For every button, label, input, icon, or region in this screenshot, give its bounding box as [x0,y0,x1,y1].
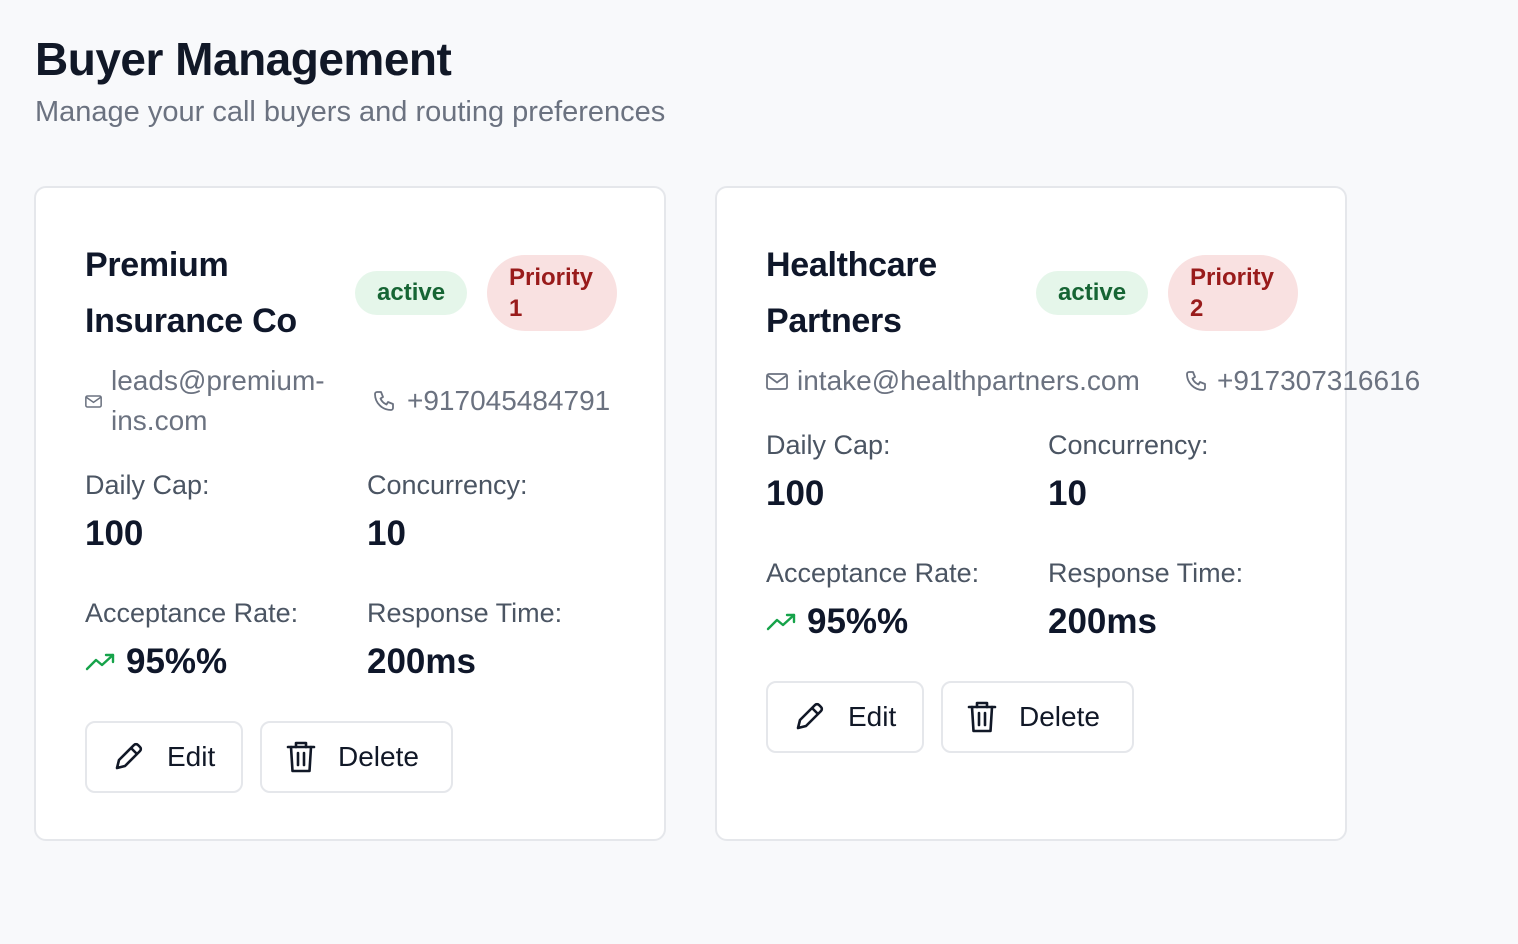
buyer-card: Premium Insurance Co active Priority 1 l… [34,186,666,841]
delete-label: Delete [338,741,419,772]
daily-cap-label: Daily Cap: [766,430,891,460]
buyer-name-line: Partners [766,302,902,340]
pencil-icon [111,740,145,774]
phone-number[interactable]: +917307316616 [1217,361,1420,401]
phone-icon [1184,369,1208,393]
buyer-management-page: Buyer Management Manage your call buyers… [0,0,1518,944]
pencil-icon [792,700,826,734]
phone-contact: +917307316616 [1184,361,1420,401]
mail-icon [85,394,102,408]
trash-icon [286,740,316,774]
trash-icon [967,700,997,734]
buyer-name-line: Healthcare [766,246,937,284]
mail-icon [766,372,788,390]
edit-label: Edit [848,701,897,732]
trending-up-icon [766,612,797,632]
edit-button[interactable]: Edit [85,721,243,793]
concurrency-value: 10 [367,514,406,553]
acceptance-rate-value: 95%% [126,642,228,681]
edit-label: Edit [167,741,216,772]
buyer-name: Healthcare Partners [766,237,937,349]
response-time-value: 200ms [1048,602,1157,641]
delete-label: Delete [1019,701,1100,732]
email-contact: intake@healthpartners.com [766,361,1140,401]
trending-up-icon [85,652,116,672]
response-time-label: Response Time: [1048,558,1244,588]
buyer-card: Healthcare Partners active Priority 2 in… [715,186,1420,841]
phone-icon [372,389,396,413]
edit-button[interactable]: Edit [766,681,924,753]
priority-value: 2 [1190,295,1204,322]
phone-contact: +917045484791 [372,381,610,421]
acceptance-rate: 95%% [85,642,227,682]
concurrency-value: 10 [1048,474,1087,513]
page-title: Buyer Management [35,33,452,85]
buyer-name: Premium Insurance Co [85,237,297,349]
buyer-name-line: Insurance Co [85,302,297,340]
response-time-label: Response Time: [367,598,563,628]
email-contact: leads@premium- ins.com [85,361,355,441]
concurrency-label: Concurrency: [1048,430,1209,460]
acceptance-rate-value: 95%% [807,602,909,641]
daily-cap-value: 100 [85,514,144,553]
buyer-name-line: Premium [85,246,229,284]
delete-button[interactable]: Delete [941,681,1134,753]
priority-badge: Priority 2 [1168,255,1298,331]
email-address[interactable]: intake@healthpartners.com [797,361,1140,401]
acceptance-rate-label: Acceptance Rate: [85,598,299,628]
daily-cap-label: Daily Cap: [85,470,210,500]
priority-badge: Priority 1 [487,255,617,331]
email-line: ins.com [111,405,208,436]
priority-label: Priority [1190,264,1275,291]
phone-number[interactable]: +917045484791 [407,381,610,421]
daily-cap-value: 100 [766,474,825,513]
email-address[interactable]: leads@premium- ins.com [111,361,325,441]
email-line: leads@premium- [111,365,325,396]
concurrency-label: Concurrency: [367,470,528,500]
delete-button[interactable]: Delete [260,721,453,793]
status-badge: active [1036,271,1149,315]
priority-label: Priority [509,264,594,291]
status-badge: active [355,271,468,315]
acceptance-rate: 95%% [766,602,908,642]
response-time-value: 200ms [367,642,476,681]
priority-value: 1 [509,295,523,322]
page-subtitle: Manage your call buyers and routing pref… [35,96,666,128]
acceptance-rate-label: Acceptance Rate: [766,558,980,588]
